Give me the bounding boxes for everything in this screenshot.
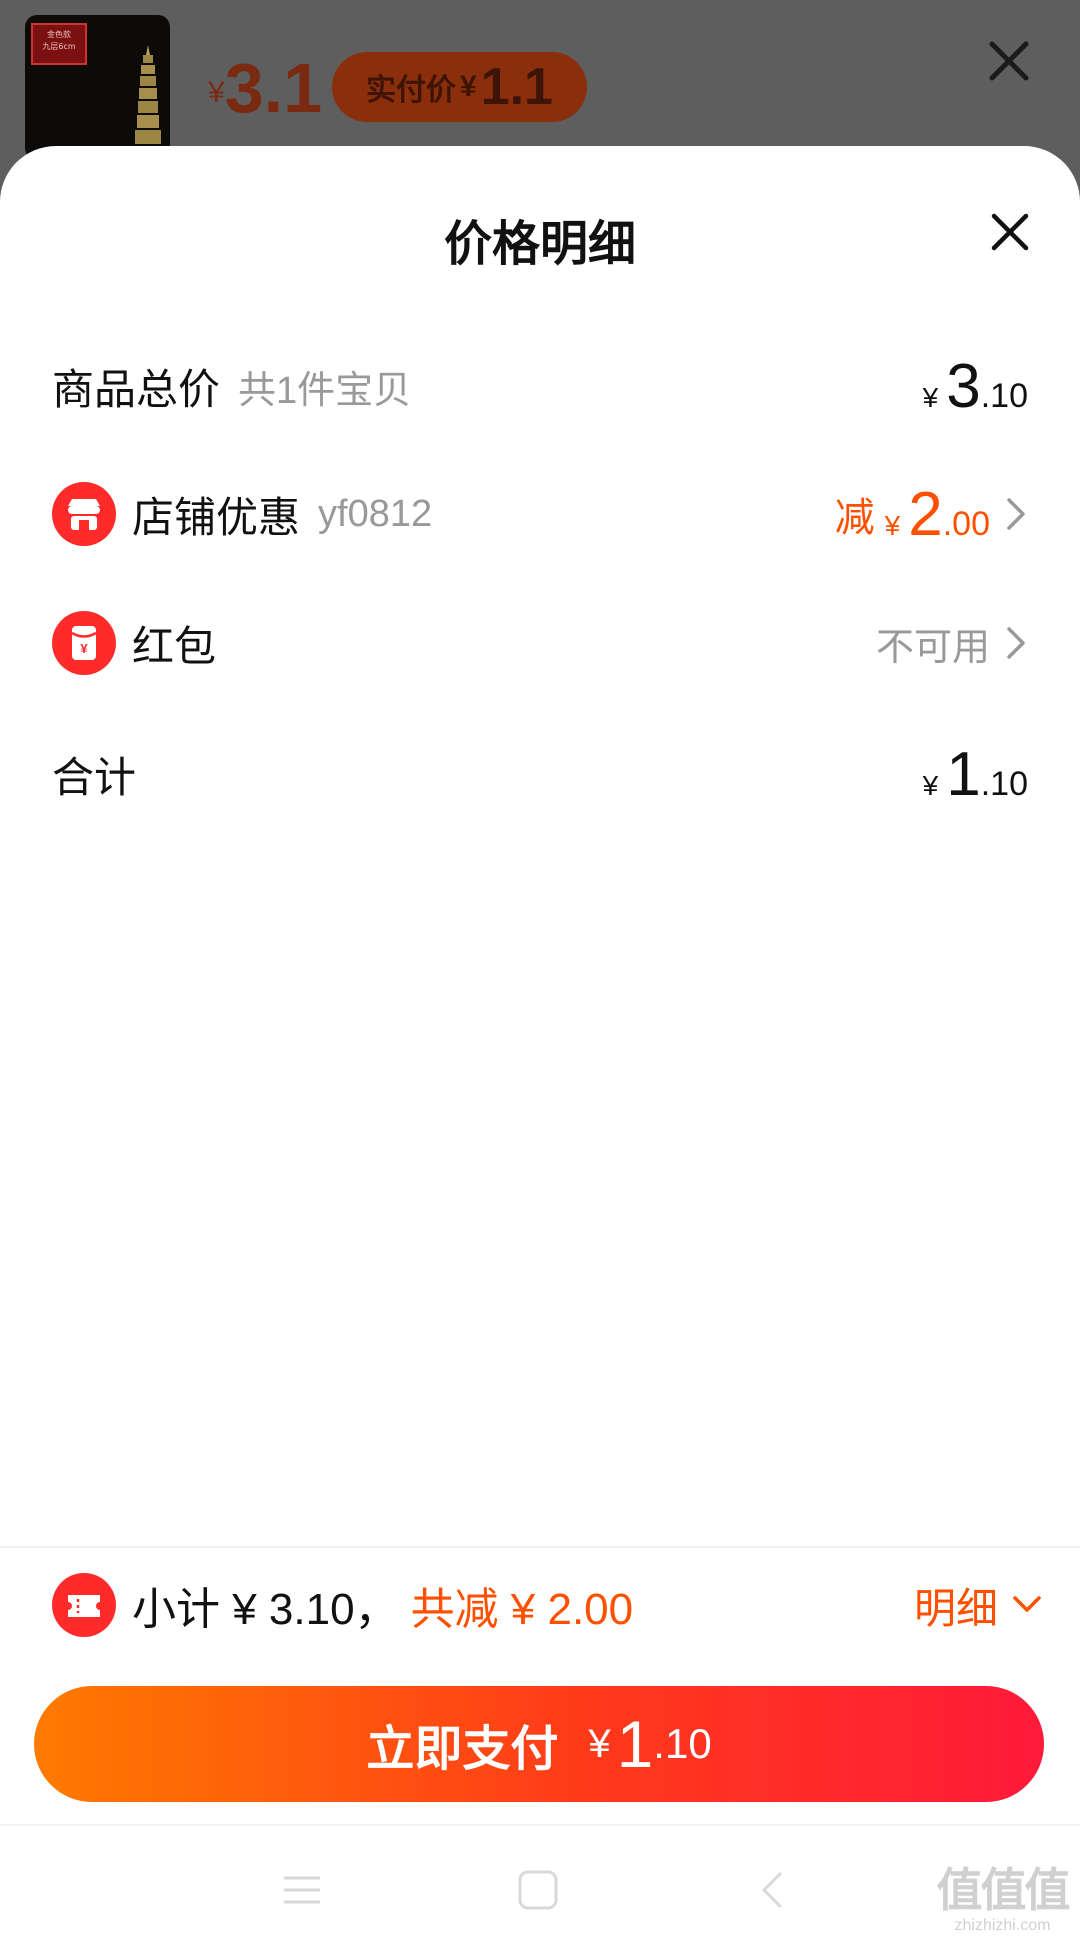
item-total-dec: .10	[980, 376, 1028, 415]
pay-now-button[interactable]: 立即支付 ¥ 1 .10	[34, 1686, 1044, 1802]
sheet-close-icon[interactable]	[990, 212, 1030, 252]
thumbnail-tag: 金色款 九层6cm	[31, 23, 87, 65]
row-red-packet[interactable]: ¥ 红包 不可用	[52, 603, 1028, 683]
background-price: ¥3.1	[208, 48, 322, 128]
pay-now-label: 立即支付	[366, 1721, 559, 1777]
item-total-symbol: ¥	[922, 381, 939, 413]
order-summary: 小计 ¥ 3.10， 共减 ¥ 2.00 明细	[52, 1572, 1042, 1638]
detail-toggle-label: 明细	[913, 1583, 998, 1633]
chevron-right-icon	[1007, 498, 1025, 530]
nav-divider	[0, 1824, 1080, 1826]
coupon-code: yf0812	[318, 492, 433, 535]
shop-icon	[52, 482, 116, 546]
actual-price-pill: 实付价 ¥ 1.1	[332, 52, 587, 122]
sum-dec: .10	[980, 764, 1028, 803]
watermark-url: zhizhizhi.com	[954, 1917, 1051, 1934]
bottom-divider	[0, 1546, 1080, 1548]
sheet-title: 价格明细	[443, 216, 636, 272]
item-count: 共1件宝贝	[238, 369, 412, 412]
watermark: 值值值 zhizhizhi.com	[930, 1864, 1075, 1936]
home-icon[interactable]	[516, 1870, 560, 1910]
red-packet-status: 不可用	[875, 624, 990, 669]
watermark-logo: 值值值	[936, 1863, 1071, 1917]
red-packet-label: 红包	[132, 621, 217, 671]
sum-label: 合计	[52, 752, 137, 802]
item-total-label: 商品总价	[52, 364, 221, 414]
pagoda-image	[132, 45, 164, 160]
svg-text:¥: ¥	[80, 641, 88, 656]
row-item-total: 商品总价 共1件宝贝 ¥3.10	[52, 346, 1028, 426]
total-discount-text: 共减 ¥ 2.00	[410, 1585, 634, 1634]
shop-discount-symbol: ¥	[884, 509, 901, 541]
price-detail-sheet: 价格明细 商品总价 共1件宝贝 ¥3.10 店铺优惠 yf0812 减 ¥ 2 …	[0, 146, 1080, 1949]
red-packet-icon: ¥	[52, 611, 116, 675]
shop-discount-amount: ¥2.00	[885, 479, 990, 550]
chevron-right-icon	[1007, 627, 1025, 659]
row-shop-discount[interactable]: 店铺优惠 yf0812 减 ¥2.00	[52, 474, 1028, 554]
shop-discount-dec: .00	[942, 504, 990, 543]
pay-now-int: 1	[616, 1707, 654, 1781]
sum-symbol: ¥	[922, 769, 939, 801]
ticket-icon	[52, 1573, 116, 1637]
item-total-price: ¥3.10	[923, 351, 1028, 422]
sum-int: 1	[946, 739, 981, 809]
pay-now-dec: .10	[653, 1720, 712, 1767]
thumbnail-tag-line2: 九层6cm	[42, 42, 76, 51]
actual-price-symbol: ¥	[460, 70, 477, 103]
chevron-down-icon	[1013, 1596, 1041, 1612]
pay-now-symbol: ¥	[588, 1721, 611, 1766]
background-price-value: 3.1	[224, 49, 322, 127]
shop-discount-int: 2	[908, 479, 943, 549]
item-total-int: 3	[946, 351, 981, 421]
discount-prefix: 减	[834, 495, 875, 541]
menu-icon[interactable]	[280, 1870, 324, 1910]
background-price-symbol: ¥	[208, 76, 225, 109]
subtotal-text: 小计 ¥ 3.10，	[132, 1585, 399, 1634]
detail-toggle[interactable]: 明细	[914, 1575, 1042, 1636]
back-icon[interactable]	[758, 1870, 788, 1910]
thumbnail-tag-line1: 金色款	[47, 30, 71, 39]
sum-price: ¥1.10	[923, 739, 1028, 810]
actual-price-value: 1.1	[480, 58, 553, 116]
close-icon[interactable]	[986, 38, 1032, 84]
row-sum: 合计 ¥1.10	[52, 734, 1028, 814]
actual-price-label: 实付价	[366, 74, 456, 107]
product-thumbnail: 金色款 九层6cm	[25, 15, 170, 160]
shop-discount-label: 店铺优惠	[132, 492, 301, 542]
